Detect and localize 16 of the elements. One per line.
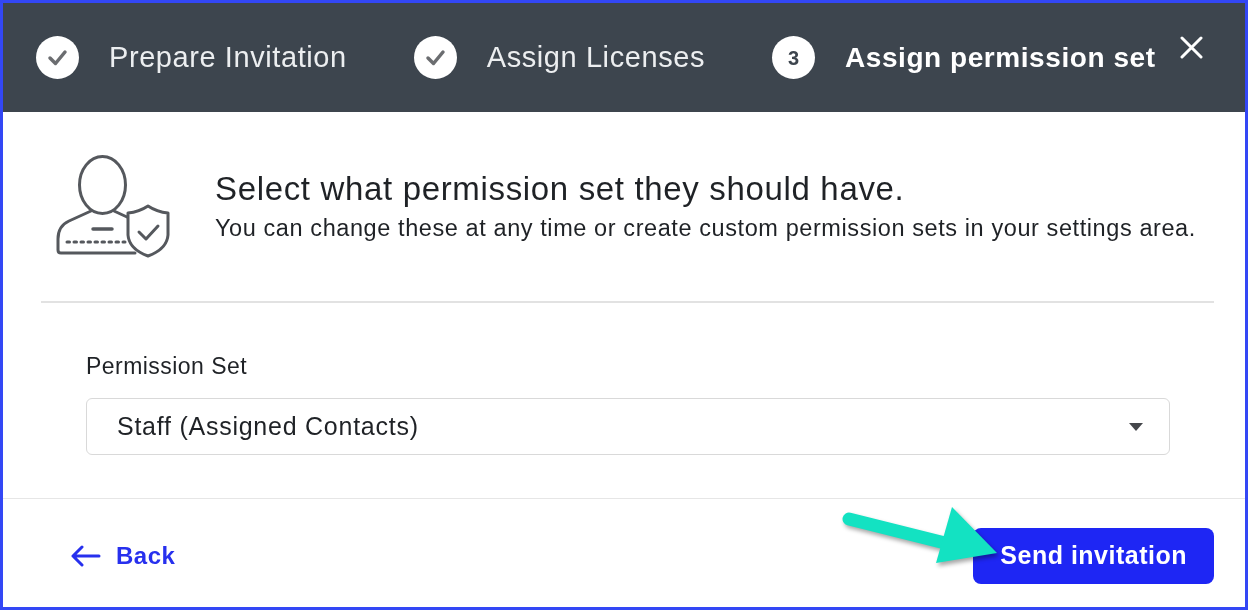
- close-icon[interactable]: [1180, 36, 1203, 59]
- step-label: Assign Licenses: [486, 39, 705, 75]
- user-shield-icon: [55, 155, 170, 258]
- step-check-icon: [413, 36, 457, 79]
- arrow-left-icon: [70, 545, 101, 567]
- step-number: 3: [772, 36, 815, 79]
- dialog-subtitle: You can change these at any time or create custom permission sets in your settings area.: [215, 214, 1196, 242]
- back-link[interactable]: Back: [70, 538, 176, 574]
- step-label: Prepare Invitation: [109, 39, 347, 75]
- send-invitation-button[interactable]: Send invitation: [973, 528, 1214, 584]
- field-label: Permission Set: [86, 353, 249, 379]
- step-label: Assign permission set: [845, 40, 1156, 75]
- caret-icon: [1129, 422, 1143, 431]
- dialog-heading: Select what permission set they should have.: [215, 171, 906, 207]
- permission-set-select[interactable]: Staff (Assigned Contacts): [86, 398, 1170, 455]
- step-check-icon: [36, 36, 79, 79]
